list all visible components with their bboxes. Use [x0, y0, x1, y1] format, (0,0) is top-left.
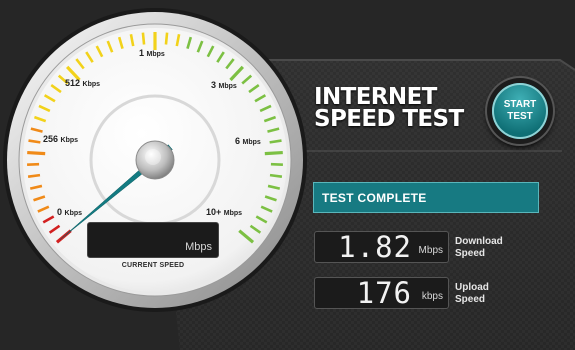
download-speed-value: 1.82: [338, 230, 412, 264]
start-test-button[interactable]: START TEST: [487, 78, 553, 144]
gauge-tick: [164, 32, 169, 45]
gauge-tick: [27, 173, 41, 178]
gauge-label-3mbps: 3 Mbps: [211, 80, 237, 90]
gauge-tick: [264, 150, 283, 156]
app-title: INTERNET SPEED TEST: [314, 84, 482, 132]
status-bar: TEST COMPLETE: [313, 182, 539, 213]
upload-speed-value: 176: [356, 276, 412, 310]
current-speed-display: Mbps: [87, 222, 219, 258]
start-test-button-label: START TEST: [503, 99, 537, 122]
current-speed-unit: Mbps: [185, 241, 212, 253]
upload-speed-display: 176 kbps: [314, 277, 449, 309]
gauge-label-1mbps: 1 Mbps: [139, 48, 165, 58]
start-test-button-face[interactable]: START TEST: [492, 83, 548, 139]
gauge-tick: [27, 150, 46, 156]
upload-speed-label: Upload Speed: [455, 282, 489, 305]
current-speed-label: CURRENT SPEED: [121, 262, 185, 269]
download-speed-unit: Mbps: [418, 245, 443, 256]
gauge-label-512kbps: 512 Kbps: [65, 78, 101, 88]
gauge-label-10mbps: 10+ Mbps: [206, 207, 243, 217]
app-title-line1: INTERNET: [314, 84, 437, 110]
gauge-label-256kbps: 256 Kbps: [43, 134, 79, 144]
gauge-tick: [28, 139, 41, 144]
gauge-tick: [141, 32, 146, 45]
gauge-label-0kbps: 0 Kbps: [57, 207, 83, 217]
download-speed-display: 1.82 Mbps: [314, 231, 449, 263]
app-title-line2: SPEED TEST: [314, 106, 464, 132]
gauge-tick: [269, 139, 282, 144]
gauge-tick: [269, 173, 283, 178]
gauge-label-6mbps: 6 Mbps: [235, 136, 261, 146]
download-speed-label: Download Speed: [455, 236, 503, 259]
upload-speed-unit: kbps: [421, 291, 443, 302]
